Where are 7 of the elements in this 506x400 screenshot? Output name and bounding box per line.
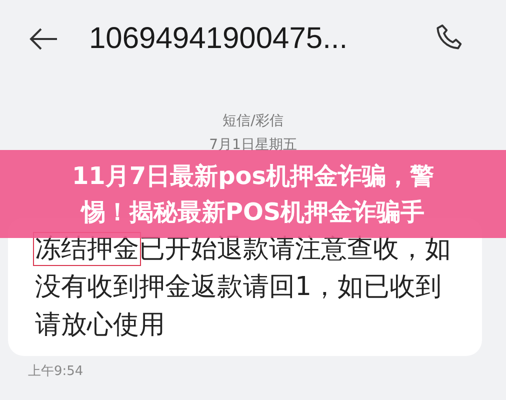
channel-label: 短信/彩信 — [222, 112, 284, 130]
banner-title: 11月7日最新pos机押金诈骗，警 — [72, 161, 434, 192]
message-time: 上午9:54 — [28, 363, 84, 380]
date-label: 7月1日星期五 — [208, 136, 298, 154]
banner-title: 惕！揭秘最新POS机押金诈骗手 — [81, 197, 425, 228]
contact-title: 10694941900475... — [89, 22, 349, 56]
back-icon[interactable] — [29, 27, 59, 51]
